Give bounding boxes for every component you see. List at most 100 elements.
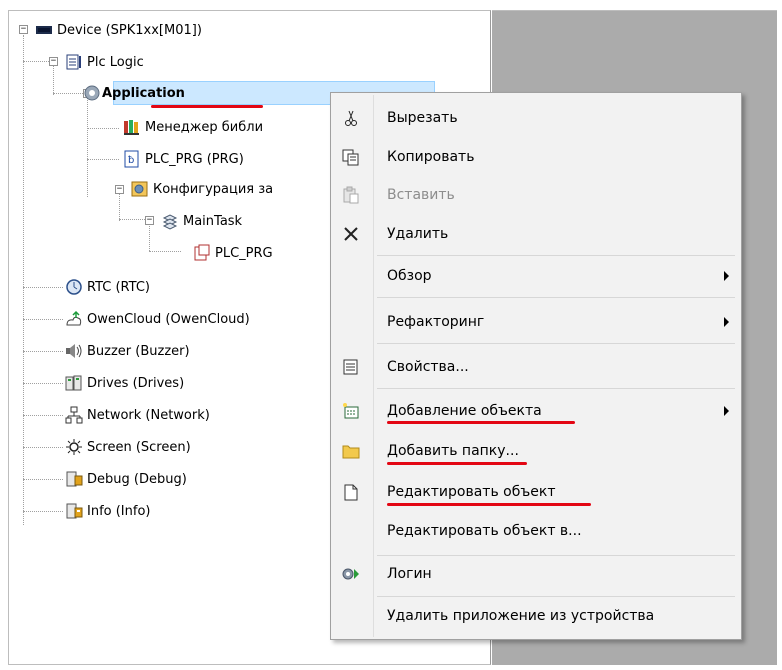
menu-item-refactoring[interactable]: Рефакторинг xyxy=(333,307,739,337)
sun-screen-icon xyxy=(65,438,83,456)
add-object-icon xyxy=(339,399,363,423)
tree-connector xyxy=(149,251,181,252)
menu-item-label: Обзор xyxy=(387,268,432,284)
tree-connector xyxy=(53,65,54,95)
tree-connector xyxy=(23,511,63,512)
tree-node-label: Debug (Debug) xyxy=(87,471,187,487)
context-menu: Вырезать Копировать Вставить Удалить Обз… xyxy=(330,92,742,640)
folder-icon xyxy=(339,439,363,463)
menu-item-login[interactable]: Логин xyxy=(333,559,739,589)
program-call-icon xyxy=(193,244,211,262)
submenu-arrow-icon xyxy=(724,317,729,327)
tree-connector xyxy=(23,415,63,416)
menu-item-label: Копировать xyxy=(387,149,475,165)
tree-node-task-config[interactable]: Конфигурация за xyxy=(131,178,273,200)
menu-item-copy[interactable]: Копировать xyxy=(333,142,739,172)
tree-node-label: Конфигурация за xyxy=(153,181,274,197)
menu-item-label: Редактировать объект xyxy=(387,484,556,500)
menu-separator xyxy=(377,297,735,298)
tree-node-main-task-plc-prg[interactable]: PLC_PRG xyxy=(193,242,273,264)
clock-icon xyxy=(65,278,83,296)
tree-node-label: PLC_PRG xyxy=(215,245,273,261)
tree-node-debug[interactable]: Debug (Debug) xyxy=(65,468,187,490)
tree-connector xyxy=(23,35,24,525)
menu-item-label: Удалить приложение из устройства xyxy=(387,608,655,624)
tree-node-drives[interactable]: Drives (Drives) xyxy=(65,372,184,394)
annotation-underline xyxy=(387,462,527,465)
tree-node-main-task[interactable]: MainTask xyxy=(161,210,242,232)
tree-node-label: Plc Logic xyxy=(87,54,144,70)
tree-node-network[interactable]: Network (Network) xyxy=(65,404,210,426)
menu-item-properties[interactable]: Свойства... xyxy=(333,352,739,382)
menu-separator xyxy=(377,555,735,556)
tree-node-plc-logic[interactable]: Plc Logic xyxy=(65,51,144,73)
tree-node-screen[interactable]: Screen (Screen) xyxy=(65,436,191,458)
tree-connector xyxy=(87,97,88,197)
tree-expander-device[interactable]: − xyxy=(19,25,28,34)
tree-connector xyxy=(23,319,63,320)
tree-node-rtc[interactable]: RTC (RTC) xyxy=(65,276,150,298)
tree-node-label: Drives (Drives) xyxy=(87,375,185,391)
tree-node-owencloud[interactable]: OwenCloud (OwenCloud) xyxy=(65,308,250,330)
copy-icon xyxy=(339,145,363,169)
scissors-icon xyxy=(339,106,363,130)
menu-item-remove-app[interactable]: Удалить приложение из устройства xyxy=(333,601,739,631)
tree-node-buzzer[interactable]: Buzzer (Buzzer) xyxy=(65,340,190,362)
tree-connector xyxy=(87,159,119,160)
application-gear-icon xyxy=(82,84,100,102)
tree-expander-task-config[interactable]: − xyxy=(115,185,124,194)
tree-node-label: Application xyxy=(102,85,185,101)
menu-separator xyxy=(377,388,735,389)
menu-item-label: Вырезать xyxy=(387,110,458,126)
task-config-icon xyxy=(131,180,149,198)
tree-node-library-manager[interactable]: Менеджер библи xyxy=(123,116,263,138)
tree-node-label: PLC_PRG (PRG) xyxy=(145,151,244,167)
tree-connector xyxy=(119,191,120,221)
login-gears-icon xyxy=(339,562,363,586)
speaker-icon xyxy=(65,342,83,360)
tree-connector xyxy=(23,383,63,384)
delete-x-icon xyxy=(339,222,363,246)
tree-expander-main-task[interactable]: − xyxy=(145,216,154,225)
menu-item-label: Добавить папку... xyxy=(387,443,519,459)
tree-connector xyxy=(149,221,150,251)
plc-logic-icon xyxy=(65,53,83,71)
menu-item-cut[interactable]: Вырезать xyxy=(333,103,739,133)
tree-node-label: MainTask xyxy=(183,213,243,229)
tree-connector xyxy=(23,287,63,288)
tree-node-label: RTC (RTC) xyxy=(87,279,150,295)
tree-node-label: OwenCloud (OwenCloud) xyxy=(87,311,250,327)
drives-icon xyxy=(65,374,83,392)
network-icon xyxy=(65,406,83,424)
submenu-arrow-icon xyxy=(724,271,729,281)
task-stack-icon xyxy=(161,212,179,230)
menu-item-label: Свойства... xyxy=(387,359,469,375)
tree-connector xyxy=(23,61,49,62)
menu-item-label: Рефакторинг xyxy=(387,314,485,330)
menu-item-paste[interactable]: Вставить xyxy=(333,180,739,210)
menu-item-label: Вставить xyxy=(387,187,455,203)
menu-separator xyxy=(377,343,735,344)
device-icon xyxy=(35,21,53,39)
menu-item-browse[interactable]: Обзор xyxy=(333,261,739,291)
menu-item-label: Добавление объекта xyxy=(387,403,542,419)
tree-connector xyxy=(23,479,63,480)
submenu-arrow-icon xyxy=(724,406,729,416)
tree-expander-plc-logic[interactable]: − xyxy=(49,57,58,66)
annotation-underline xyxy=(151,105,263,108)
paste-icon xyxy=(339,183,363,207)
cloud-upload-icon xyxy=(65,310,83,328)
menu-item-delete[interactable]: Удалить xyxy=(333,219,739,249)
svg-text:ƀ: ƀ xyxy=(128,155,134,166)
program-icon: ƀ xyxy=(123,150,141,168)
library-books-icon xyxy=(123,118,141,136)
menu-item-edit-object-with[interactable]: Редактировать объект в... xyxy=(333,516,739,546)
tree-node-label: Менеджер библи xyxy=(145,119,264,135)
tree-node-label: Device (SPK1xx[M01]) xyxy=(57,22,202,38)
tree-node-info[interactable]: Info (Info) xyxy=(65,500,150,522)
menu-separator xyxy=(377,596,735,597)
tree-node-label: Screen (Screen) xyxy=(87,439,191,455)
properties-icon xyxy=(339,355,363,379)
tree-node-plc-prg[interactable]: ƀ PLC_PRG (PRG) xyxy=(123,148,244,170)
tree-node-device[interactable]: Device (SPK1xx[M01]) xyxy=(35,19,202,41)
